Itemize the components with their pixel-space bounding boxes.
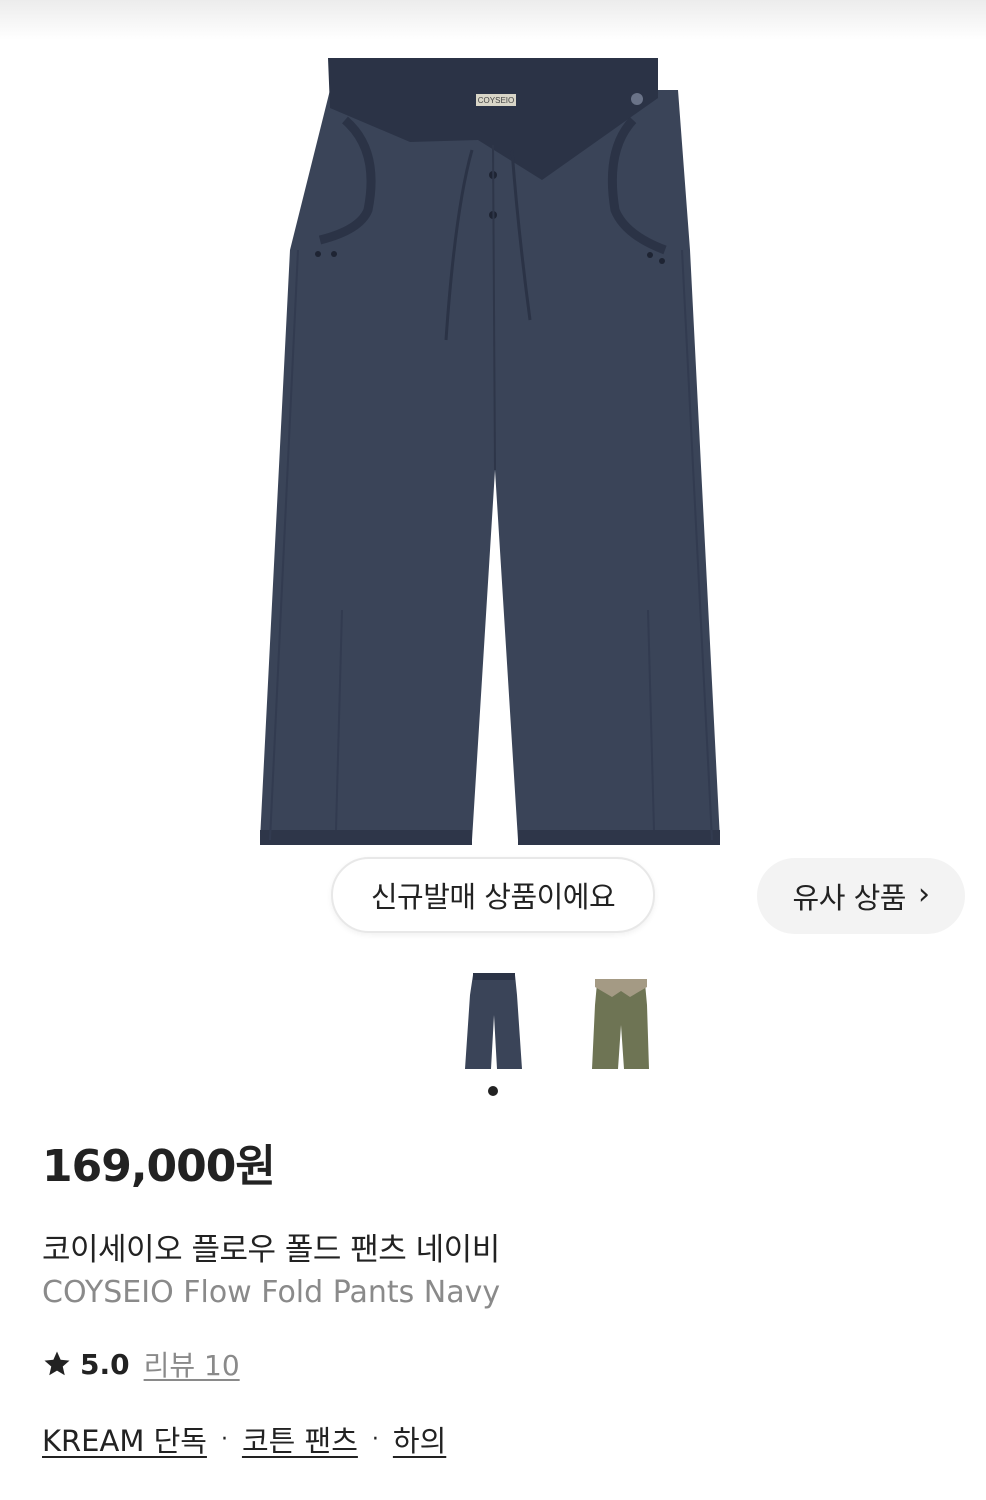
star-icon [44, 1351, 70, 1376]
product-name-korean: 코이세이오 플로우 폴드 팬츠 네이비 [42, 1232, 500, 1268]
thumbnail-navy[interactable] [443, 965, 543, 1075]
top-shadow [0, 0, 986, 40]
new-release-label: 신규발매 상품이에요 [370, 880, 616, 914]
carousel-indicator-dot [488, 1086, 498, 1096]
similar-products-button[interactable]: 유사 상품 › [757, 858, 965, 934]
tag-separator: · [220, 1426, 228, 1452]
thumbnail-olive-image [592, 979, 649, 1069]
tag-bottoms[interactable]: 하의 [393, 1418, 446, 1460]
rating-value: 5.0 [80, 1347, 130, 1381]
product-image-area[interactable]: COYSEIO 신규발매 상품이에요 유사 상품 › [0, 0, 986, 945]
product-name-english: COYSEIO Flow Fold Pants Navy [42, 1275, 501, 1310]
tag-separator: · [371, 1426, 379, 1452]
thumbnail-navy-image [465, 973, 522, 1069]
rating-row: 5.0 리뷰 10 [42, 1344, 240, 1384]
similar-products-label: 유사 상품 [792, 881, 907, 915]
chevron-right-icon: › [917, 877, 930, 912]
new-release-badge: 신규발매 상품이에요 [331, 857, 655, 933]
thumbnail-strip [0, 955, 986, 1085]
brand-label-text: COYSEIO [478, 96, 514, 105]
thumbnail-olive[interactable] [570, 965, 670, 1075]
review-link[interactable]: 리뷰 10 [144, 1344, 240, 1384]
price: 169,000원 [42, 1141, 276, 1192]
tags-row: KREAM 단독 · 코튼 팬츠 · 하의 [42, 1418, 446, 1460]
tag-kream-exclusive[interactable]: KREAM 단독 [42, 1418, 207, 1460]
tag-cotton-pants[interactable]: 코튼 팬츠 [242, 1418, 358, 1460]
product-image: COYSEIO [260, 58, 720, 845]
